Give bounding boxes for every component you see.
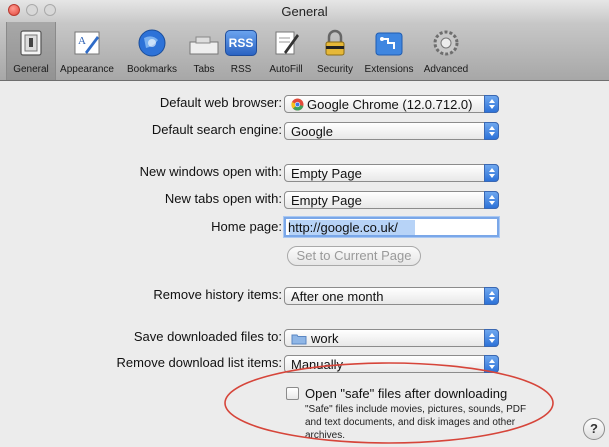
tab-bookmarks-label: Bookmarks (126, 64, 177, 75)
tab-general-label: General (13, 64, 49, 75)
remove-history-value: After one month (291, 289, 384, 304)
preferences-window: General General A Appearance Bookmarks T… (0, 0, 609, 447)
default-browser-popup[interactable]: Google Chrome (12.0.712.0) (284, 95, 499, 113)
remove-history-label: Remove history items: (153, 287, 282, 302)
new-tabs-label: New tabs open with: (164, 191, 282, 206)
home-page-input[interactable] (288, 220, 493, 235)
tab-extensions-label: Extensions (364, 64, 414, 75)
autofill-icon (275, 31, 299, 55)
bookmarks-icon (138, 29, 166, 57)
rss-icon: RSS (225, 30, 257, 56)
svg-text:A: A (78, 35, 86, 47)
tab-rss-label: RSS (230, 64, 252, 75)
annotation-ellipse (224, 362, 554, 444)
save-downloads-label: Save downloaded files to: (133, 329, 282, 344)
new-windows-value: Empty Page (291, 166, 362, 181)
default-search-popup[interactable]: Google (284, 122, 499, 140)
window-title: General (281, 4, 328, 19)
popup-arrows-icon (484, 95, 499, 113)
preferences-toolbar: General A Appearance Bookmarks Tabs RSS … (0, 22, 609, 81)
popup-arrows-icon (484, 287, 499, 305)
tab-extensions[interactable]: Extensions (360, 22, 418, 80)
new-windows-popup[interactable]: Empty Page (284, 164, 499, 182)
tab-tabs-label: Tabs (193, 64, 215, 75)
title-bar: General (0, 0, 609, 22)
extensions-icon (375, 32, 403, 56)
default-search-value: Google (291, 124, 333, 139)
chrome-icon (291, 98, 304, 111)
new-tabs-popup[interactable]: Empty Page (284, 191, 499, 209)
tab-security[interactable]: Security (312, 22, 358, 80)
folder-icon (291, 334, 307, 345)
new-tabs-value: Empty Page (291, 193, 362, 208)
tab-appearance-label: Appearance (60, 64, 114, 75)
popup-arrows-icon (484, 191, 499, 209)
popup-arrows-icon (484, 329, 499, 347)
help-button[interactable]: ? (583, 418, 605, 440)
tabs-icon (189, 36, 219, 55)
save-downloads-popup[interactable]: work (284, 329, 499, 347)
tab-appearance[interactable]: A Appearance (57, 22, 117, 80)
tab-bookmarks[interactable]: Bookmarks (120, 22, 184, 80)
tab-advanced[interactable]: Advanced (420, 22, 472, 80)
default-search-label: Default search engine: (151, 122, 282, 137)
security-icon (325, 29, 345, 56)
tab-advanced-label: Advanced (423, 64, 469, 75)
remove-history-popup[interactable]: After one month (284, 287, 499, 305)
home-page-label: Home page: (211, 219, 282, 234)
tab-autofill[interactable]: AutoFill (262, 22, 310, 80)
general-icon (20, 30, 42, 56)
default-browser-label: Default web browser: (159, 95, 282, 110)
appearance-icon: A (74, 31, 100, 55)
new-windows-label: New windows open with: (139, 164, 282, 179)
tab-rss[interactable]: RSS RSS (223, 22, 259, 80)
tab-security-label: Security (316, 64, 354, 75)
popup-arrows-icon (484, 164, 499, 182)
save-downloads-value: work (311, 331, 339, 346)
tab-autofill-label: AutoFill (269, 64, 303, 75)
default-browser-value: Google Chrome (12.0.712.0) (307, 97, 473, 112)
set-to-current-page-button[interactable]: Set to Current Page (287, 246, 421, 266)
advanced-icon (433, 30, 459, 56)
rss-icon-text: RSS (228, 36, 254, 50)
tab-tabs[interactable]: Tabs (187, 22, 221, 80)
home-page-field[interactable] (284, 217, 499, 237)
popup-arrows-icon (484, 122, 499, 140)
tab-general[interactable]: General (6, 22, 56, 80)
